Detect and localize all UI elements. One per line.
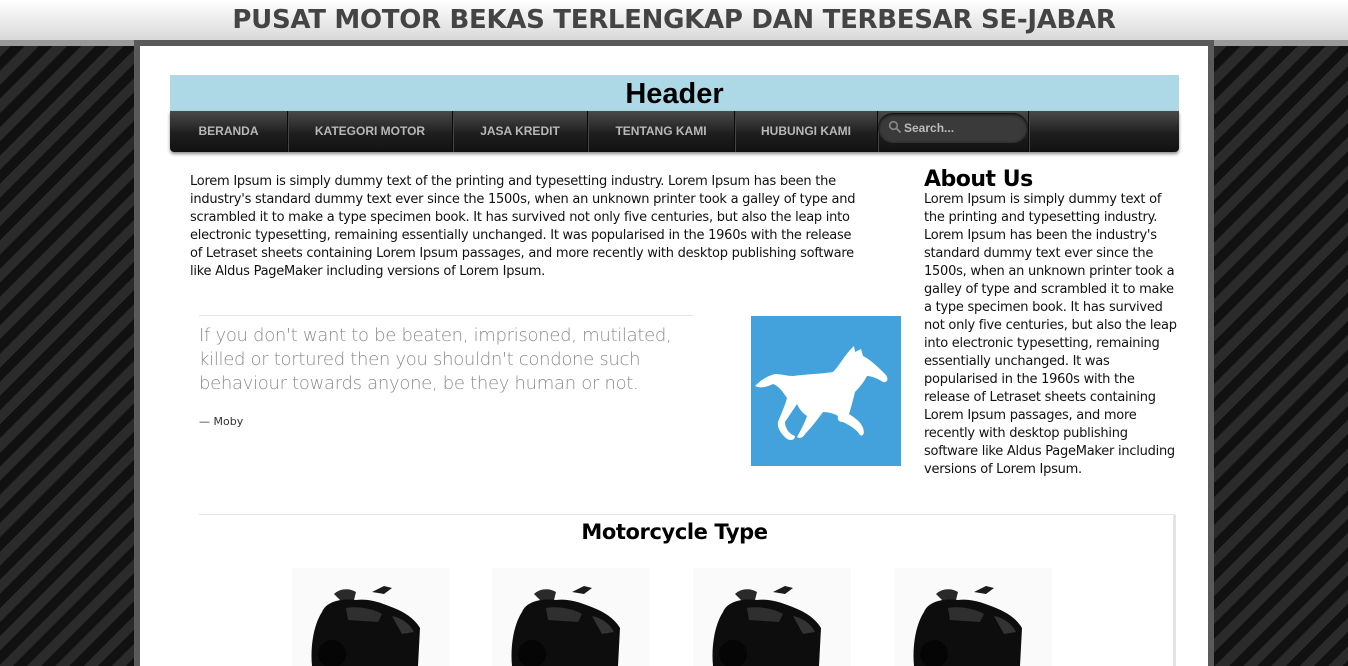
about-paragraph: Lorem Ipsum is simply dummy text of the …	[924, 192, 1177, 477]
search-box	[878, 113, 1028, 143]
quote-author: — Moby	[199, 415, 244, 428]
intro-paragraph: Lorem Ipsum is simply dummy text of the …	[190, 174, 856, 279]
horse-icon	[755, 346, 888, 440]
motorcycle-image	[913, 586, 1022, 666]
motorcycle-section-title: Motorcycle Type	[581, 520, 768, 544]
motorcycle-card[interactable]	[492, 568, 650, 666]
section-divider	[199, 514, 1175, 515]
site-title: PUSAT MOTOR BEKAS TERLENGKAP DAN TERBESA…	[232, 5, 1116, 35]
header-title: Header	[625, 78, 724, 110]
nav-item-jasa-kredit[interactable]: JASA KREDIT	[453, 111, 588, 152]
main-navigation: BERANDA KATEGORI MOTOR JASA KREDIT TENTA…	[170, 111, 1179, 152]
nav-item-kategori-motor[interactable]: KATEGORI MOTOR	[288, 111, 453, 152]
motorcycle-card[interactable]	[292, 568, 450, 666]
nav-divider	[1028, 111, 1029, 152]
about-title: About Us	[924, 167, 1033, 192]
motorcycle-image	[511, 586, 620, 666]
search-input[interactable]	[904, 118, 1020, 138]
horse-image-tile	[751, 316, 901, 466]
search-icon	[888, 120, 901, 133]
nav-item-tentang-kami[interactable]: TENTANG KAMI	[588, 111, 735, 152]
motorcycle-card[interactable]	[693, 568, 851, 666]
nav-item-beranda[interactable]: BERANDA	[170, 111, 288, 152]
quote-divider	[199, 315, 693, 316]
top-title-bar: PUSAT MOTOR BEKAS TERLENGKAP DAN TERBESA…	[0, 0, 1348, 40]
motorcycle-image	[712, 586, 821, 666]
blockquote-text: If you don't want to be beaten, imprison…	[199, 325, 672, 394]
motorcycle-card[interactable]	[894, 568, 1052, 666]
nav-item-hubungi-kami[interactable]: HUBUNGI KAMI	[735, 111, 878, 152]
motorcycle-image	[311, 586, 420, 666]
header-banner: Header	[170, 75, 1179, 111]
